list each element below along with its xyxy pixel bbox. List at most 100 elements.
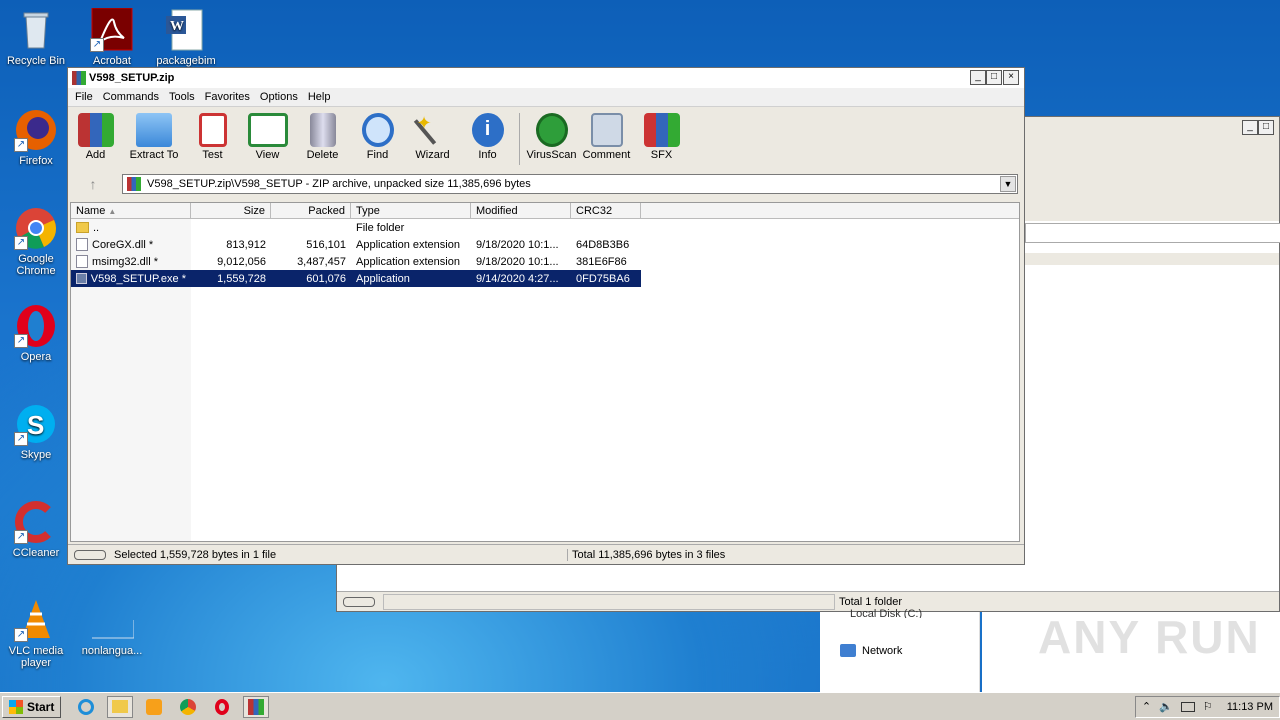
sfx-button[interactable]: SFX: [634, 113, 689, 161]
file-list: Name ▲ Size Packed Type Modified CRC32 .…: [70, 202, 1020, 542]
menu-commands[interactable]: Commands: [98, 91, 164, 103]
menu-file[interactable]: File: [70, 91, 98, 103]
winrar-app-icon: [72, 71, 86, 85]
shortcut-arrow-icon: ↗: [14, 530, 28, 544]
folder-up-icon: [76, 222, 89, 233]
column-header-type[interactable]: Type: [351, 203, 471, 218]
comment-button[interactable]: Comment: [579, 113, 634, 161]
column-header-size[interactable]: Size: [191, 203, 271, 218]
desktop-icon-packagebim[interactable]: W packagebim: [150, 8, 222, 67]
desktop-icon-label: Skype: [20, 449, 52, 461]
address-dropdown-button[interactable]: ▼: [1000, 176, 1016, 192]
desktop-icon-firefox[interactable]: ↗ Firefox: [0, 108, 72, 167]
menu-help[interactable]: Help: [303, 91, 336, 103]
maximize-button[interactable]: □: [986, 70, 1002, 85]
system-tray: ⌃ 🔈 ⚐ 11:13 PM: [1134, 695, 1280, 718]
file-explorer-icon[interactable]: [107, 695, 134, 718]
window-title: V598_SETUP.zip: [89, 72, 175, 84]
find-button[interactable]: Find: [350, 113, 405, 161]
internet-explorer-icon[interactable]: [73, 696, 99, 718]
media-player-icon[interactable]: [141, 696, 167, 718]
table-row[interactable]: msimg32.dll * 9,012,056 3,487,457 Applic…: [71, 253, 1019, 270]
action-center-flag-icon[interactable]: ⚐: [1203, 700, 1213, 713]
maximize-button[interactable]: □: [1258, 120, 1274, 135]
menu-favorites[interactable]: Favorites: [200, 91, 255, 103]
delete-button[interactable]: Delete: [295, 113, 350, 161]
dll-file-icon: [76, 238, 88, 251]
table-row-selected[interactable]: V598_SETUP.exe * 1,559,728 601,076 Appli…: [71, 270, 641, 287]
info-button[interactable]: i Info: [460, 113, 515, 161]
tray-expand-icon[interactable]: ⌃: [1142, 700, 1151, 713]
book-icon: [247, 113, 288, 147]
svg-text:W: W: [170, 19, 184, 34]
skype-icon: S ↗: [14, 402, 58, 446]
chrome-taskbar-icon[interactable]: [175, 696, 201, 718]
minimize-button[interactable]: _: [970, 70, 986, 85]
status-divider: [383, 593, 835, 610]
firefox-icon: ↗: [14, 108, 58, 152]
desktop-icon-nonlangua[interactable]: nonlangua...: [76, 598, 148, 657]
magic-wand-icon: ✦: [413, 113, 451, 147]
extract-to-button[interactable]: Extract To: [123, 113, 185, 161]
menu-options[interactable]: Options: [255, 91, 303, 103]
taskbar: Start ⌃ 🔈 ⚐ 11:13 PM: [0, 692, 1280, 720]
virusscan-button[interactable]: VirusScan: [524, 113, 579, 161]
bug-icon: [535, 113, 568, 147]
desktop-icon-acrobat[interactable]: ↗ Acrobat: [76, 7, 148, 67]
close-button[interactable]: ×: [1003, 70, 1019, 85]
column-header-packed[interactable]: Packed: [271, 203, 351, 218]
address-bar[interactable]: V598_SETUP.zip\V598_SETUP - ZIP archive,…: [122, 174, 1018, 194]
clock[interactable]: 11:13 PM: [1227, 701, 1273, 713]
nav-item-local-disk[interactable]: Local Disk (C:): [850, 608, 922, 618]
desktop-icon-skype[interactable]: S ↗ Skype: [0, 402, 72, 461]
toolbar: Add Extract To Test View Delete Find ✦ W…: [68, 106, 1024, 168]
explorer-address-box[interactable]: [1025, 223, 1280, 243]
minimize-button[interactable]: _: [1242, 120, 1258, 135]
vlc-cone-icon: ↗: [14, 598, 58, 642]
explorer-status-bar: Total 1 folder: [337, 591, 1279, 611]
shortcut-arrow-icon: ↗: [90, 38, 104, 52]
view-button[interactable]: View: [240, 113, 295, 161]
info-icon: i: [471, 113, 504, 147]
status-drive-icon: [74, 549, 106, 560]
desktop-icon-label: nonlangua...: [81, 645, 143, 657]
volume-icon[interactable]: 🔈: [1159, 700, 1173, 713]
nav-item-network[interactable]: Network: [840, 644, 902, 657]
start-button[interactable]: Start: [2, 695, 62, 718]
network-icon: [840, 644, 856, 657]
title-bar[interactable]: V598_SETUP.zip: [68, 68, 1024, 88]
desktop-icon-label: Acrobat: [93, 55, 131, 67]
network-tray-icon[interactable]: [1180, 701, 1195, 712]
exe-file-icon: [76, 273, 87, 284]
add-button[interactable]: Add: [68, 113, 123, 161]
column-header-name[interactable]: Name ▲: [71, 203, 191, 218]
desktop-icon-recycle-bin[interactable]: Recycle Bin: [0, 8, 72, 67]
windows-logo-icon: [9, 699, 23, 714]
blank-file-icon: [90, 598, 135, 642]
column-header-modified[interactable]: Modified: [471, 203, 571, 218]
ccleaner-icon: ↗: [14, 500, 58, 544]
table-row[interactable]: CoreGX.dll * 813,912 516,101 Application…: [71, 236, 1019, 253]
winrar-window[interactable]: V598_SETUP.zip _ □ × File Commands Tools…: [67, 67, 1025, 565]
word-document-icon: W: [164, 8, 208, 52]
chrome-icon: ↗: [14, 206, 58, 250]
desktop-icon-ccleaner[interactable]: ↗ CCleaner: [0, 500, 72, 559]
desktop-icon-opera[interactable]: ↗ Opera: [0, 304, 72, 363]
shortcut-arrow-icon: ↗: [14, 334, 28, 348]
up-one-level-button[interactable]: ↑: [82, 176, 104, 194]
desktop-icon-google-chrome[interactable]: ↗ Google Chrome: [0, 206, 72, 277]
status-selected: Selected 1,559,728 bytes in 1 file: [114, 548, 568, 561]
test-button[interactable]: Test: [185, 113, 240, 161]
status-total: Total 11,385,696 bytes in 3 files: [572, 548, 726, 561]
winrar-taskbar-icon[interactable]: [243, 695, 270, 718]
table-row[interactable]: .. File folder: [71, 219, 1019, 236]
wizard-button[interactable]: ✦ Wizard: [405, 113, 460, 161]
column-header-crc32[interactable]: CRC32: [571, 203, 641, 218]
desktop-icon-vlc[interactable]: ↗ VLC media player: [0, 598, 72, 669]
add-archive-icon: [77, 113, 114, 147]
file-list-header: Name ▲ Size Packed Type Modified CRC32: [71, 203, 1019, 219]
sort-ascending-icon: ▲: [108, 207, 117, 216]
opera-taskbar-icon[interactable]: [209, 696, 235, 718]
menu-tools[interactable]: Tools: [164, 91, 200, 103]
svg-text:S: S: [27, 410, 44, 440]
